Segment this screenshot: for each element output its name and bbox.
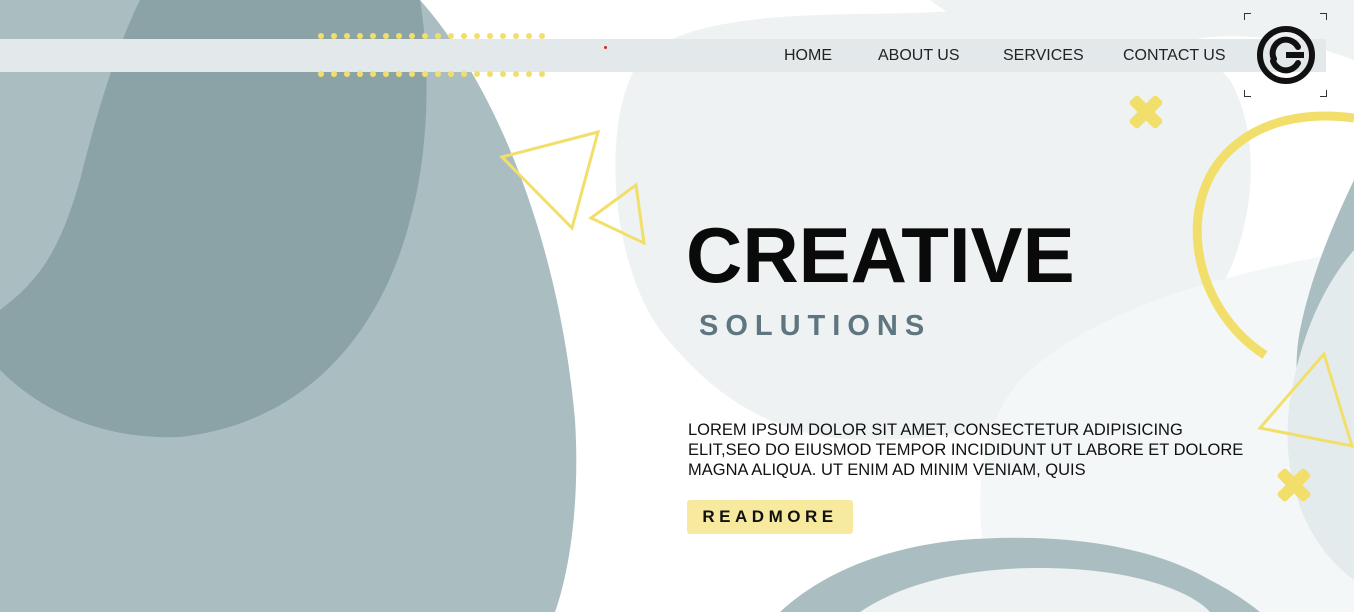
nav-item-contact-us[interactable]: CONTACT US [1123,47,1226,65]
background-shapes [0,0,1354,612]
hero-subtitle: SOLUTIONS [699,310,932,342]
nav-item-about-us[interactable]: ABOUT US [878,47,960,65]
landing-page: HOME ABOUT US SERVICES CONTACT US CREATI… [0,0,1354,612]
circle-c-logo-icon [1257,26,1315,84]
readmore-button[interactable]: READMORE [687,500,853,534]
red-dot [604,46,607,49]
dot-pattern-bottom [318,71,545,77]
nav-item-home[interactable]: HOME [784,47,832,65]
hero-description: LOREM IPSUM DOLOR SIT AMET, CONSECTETUR … [688,421,1244,479]
logo[interactable] [1244,13,1327,97]
hero-title: CREATIVE [686,211,1075,299]
dot-pattern-top [318,33,545,39]
nav-item-services[interactable]: SERVICES [1003,47,1084,65]
